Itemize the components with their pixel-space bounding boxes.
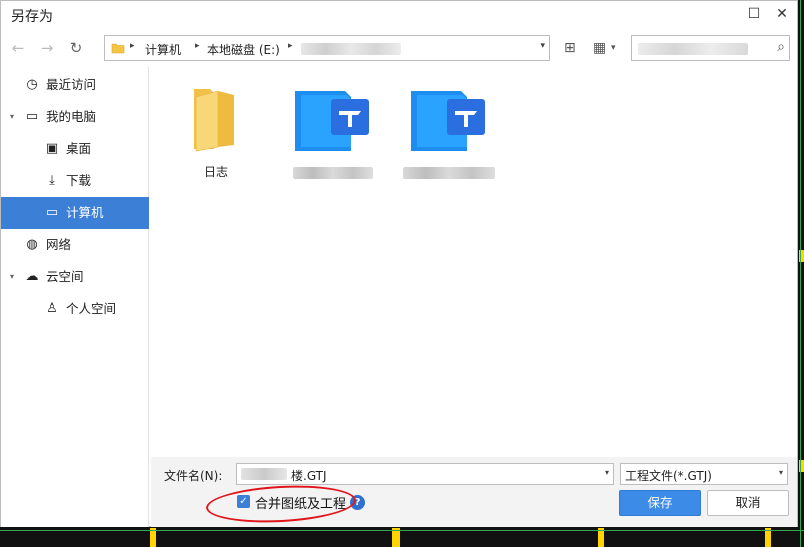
filename-label: 文件名(N):	[164, 469, 223, 483]
file-item-gtj[interactable]	[283, 79, 383, 179]
breadcrumb-computer[interactable]: 计算机	[145, 41, 181, 58]
sidebar-item-label: 计算机	[66, 205, 104, 220]
save-as-dialog: 另存为 ☐ ✕ ← → ↻ ▸ 计算机 ▸ 本地磁盘 (E:) ▸ ▾ ⊞ ▦ …	[0, 0, 798, 527]
sidebar: ◷ 最近访问 ▾ ▭ 我的电脑 ▣ 桌面 ⤓ 下载 ▭ 计算机 ◍ 网络 ▾ ☁…	[1, 67, 149, 527]
file-item-gtj[interactable]	[399, 79, 499, 179]
cad-line	[800, 0, 801, 547]
file-label: 日志	[203, 165, 228, 179]
refresh-icon[interactable]: ↻	[65, 37, 87, 59]
sidebar-item-label: 云空间	[46, 269, 84, 284]
sidebar-item-label: 个人空间	[66, 301, 117, 316]
gtj-file-icon	[295, 91, 369, 151]
address-bar[interactable]: ▸ 计算机 ▸ 本地磁盘 (E:) ▸ ▾	[104, 35, 550, 61]
title-bar: 另存为 ☐ ✕	[1, 1, 797, 29]
sidebar-item-cloud-space[interactable]: ▾ ☁ 云空间	[1, 261, 149, 293]
filetype-select[interactable]: 工程文件(*.GTJ) ▾	[620, 463, 788, 485]
cloud-icon: ☁	[25, 269, 39, 284]
filename-dropdown-icon[interactable]: ▾	[605, 468, 609, 477]
filetype-dropdown-icon[interactable]: ▾	[779, 468, 783, 477]
computer-icon: ▭	[25, 109, 39, 124]
gtj-file-icon	[411, 91, 485, 151]
file-list: 日志	[151, 67, 797, 457]
folder-icon	[194, 89, 234, 152]
sidebar-item-label: 网络	[46, 237, 72, 252]
expander-icon[interactable]: ▾	[10, 101, 14, 133]
breadcrumb-separator: ▸	[130, 41, 135, 51]
save-button[interactable]: 保存	[619, 490, 701, 516]
file-item-folder[interactable]: 日志	[166, 79, 266, 179]
new-folder-icon[interactable]: ⊞	[564, 38, 576, 58]
dialog-title: 另存为	[11, 9, 53, 25]
view-mode-dropdown-icon[interactable]: ▾	[611, 38, 616, 58]
expander-icon[interactable]: ▾	[10, 261, 14, 293]
sidebar-item-downloads[interactable]: ⤓ 下载	[1, 165, 149, 197]
search-input[interactable]: ⌕	[631, 35, 790, 61]
address-dropdown-icon[interactable]: ▾	[540, 41, 545, 51]
user-icon: ♙	[46, 301, 58, 316]
sidebar-item-label: 桌面	[66, 141, 92, 156]
cad-line	[0, 530, 804, 531]
maximize-icon[interactable]: ☐	[742, 3, 766, 25]
filename-value: 楼.GTJ	[291, 469, 327, 483]
back-icon[interactable]: ←	[7, 37, 29, 59]
filename-field[interactable]: 楼.GTJ ▾	[236, 463, 614, 485]
close-icon[interactable]: ✕	[770, 3, 794, 25]
monitor-icon: ▭	[45, 205, 59, 220]
sidebar-item-personal-space[interactable]: ♙ 个人空间	[1, 293, 149, 325]
sidebar-item-recent[interactable]: ◷ 最近访问	[1, 69, 149, 101]
sidebar-item-desktop[interactable]: ▣ 桌面	[1, 133, 149, 165]
sidebar-item-label: 我的电脑	[46, 109, 97, 124]
clock-icon: ◷	[26, 77, 38, 92]
search-icon[interactable]: ⌕	[777, 39, 785, 55]
sidebar-item-computer[interactable]: ▭ 计算机	[1, 197, 149, 229]
cancel-button[interactable]: 取消	[707, 490, 789, 516]
redacted-search-text	[638, 43, 748, 55]
breadcrumb-separator: ▸	[288, 41, 293, 51]
breadcrumb-local-disk[interactable]: 本地磁盘 (E:)	[207, 41, 280, 58]
sidebar-item-network[interactable]: ◍ 网络	[1, 229, 149, 261]
filetype-value: 工程文件(*.GTJ)	[625, 469, 712, 483]
redacted-file-label	[293, 167, 373, 179]
sidebar-item-label: 下载	[66, 173, 92, 188]
sidebar-item-my-computer[interactable]: ▾ ▭ 我的电脑	[1, 101, 149, 133]
navigation-toolbar: ← → ↻ ▸ 计算机 ▸ 本地磁盘 (E:) ▸ ▾ ⊞ ▦ ▾ ⌕	[1, 29, 797, 67]
redacted-file-label	[403, 167, 495, 179]
sidebar-item-label: 最近访问	[46, 77, 97, 92]
download-icon: ⤓	[49, 173, 55, 188]
forward-icon[interactable]: →	[36, 37, 58, 59]
desktop-icon: ▣	[45, 141, 59, 156]
breadcrumb-separator: ▸	[195, 41, 200, 51]
redacted-filename-part	[241, 468, 287, 480]
globe-icon: ◍	[26, 237, 38, 252]
view-mode-icon[interactable]: ▦	[593, 38, 606, 58]
folder-icon	[111, 43, 125, 54]
redacted-path	[301, 43, 401, 55]
